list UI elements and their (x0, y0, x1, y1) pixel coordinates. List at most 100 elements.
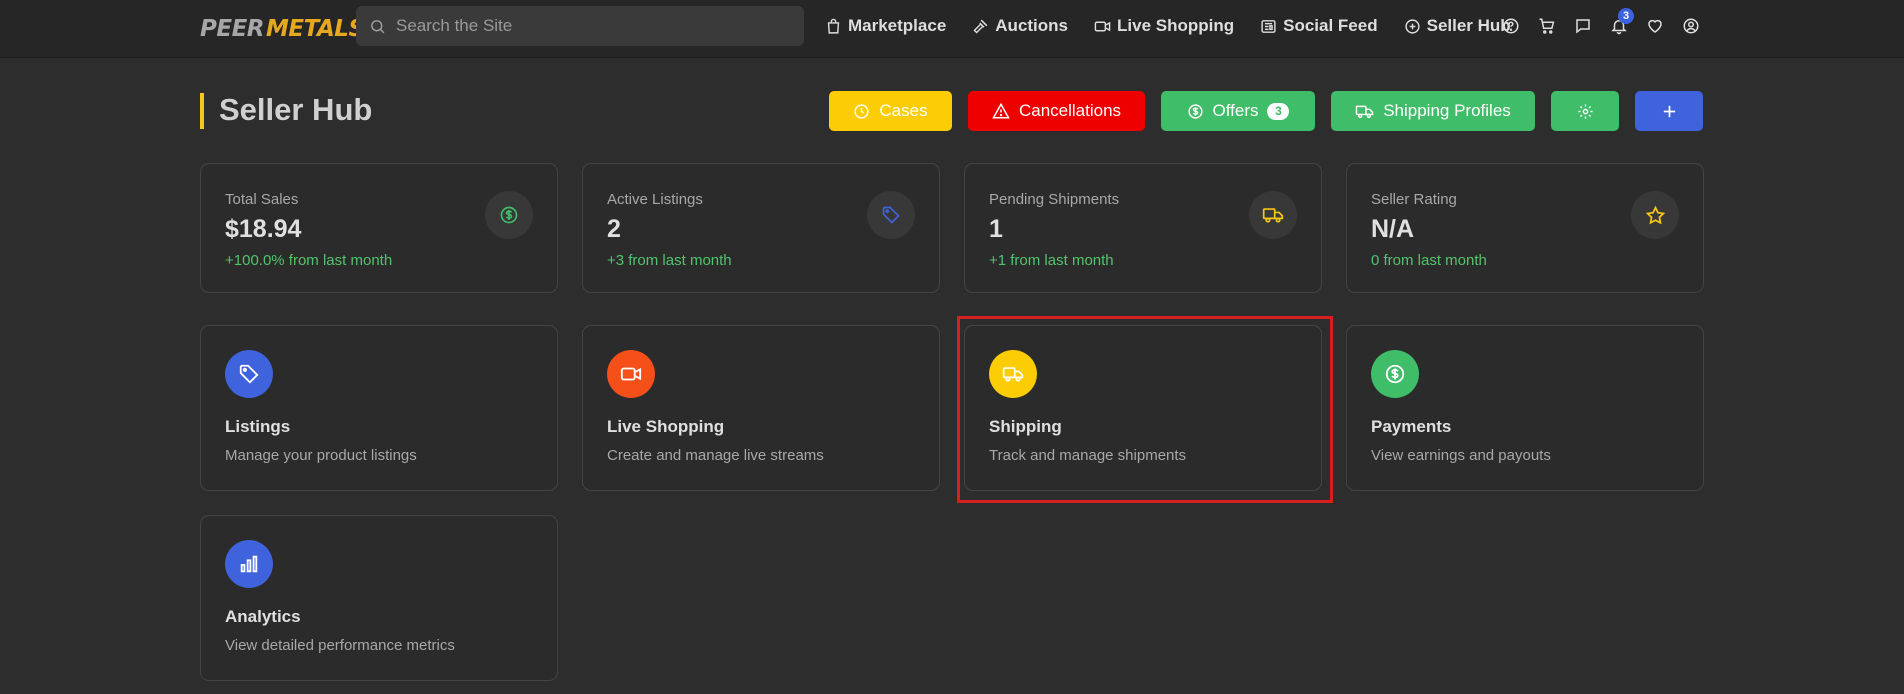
nav-seller-hub[interactable]: Seller Hub (1404, 16, 1511, 36)
nav-live-shopping-label: Live Shopping (1117, 16, 1235, 35)
stat-change: +3 from last month (607, 252, 732, 269)
card-icon-wrap (1371, 350, 1419, 398)
stat-label: Active Listings (607, 191, 703, 208)
messages-button[interactable] (1574, 17, 1592, 35)
card-title: Analytics (225, 607, 301, 626)
card-payments[interactable]: Payments View earnings and payouts (1346, 325, 1704, 491)
stat-value: N/A (1371, 215, 1415, 243)
message-icon (1576, 19, 1590, 34)
help-button[interactable] (1502, 17, 1520, 35)
settings-button[interactable] (1551, 91, 1619, 131)
card-description: Manage your product listings (225, 447, 417, 464)
stat-card-seller-rating: Seller Rating N/A 0 from last month (1346, 163, 1704, 293)
nav-seller-hub-label: Seller Hub (1426, 16, 1511, 35)
card-live-shopping[interactable]: Live Shopping Create and manage live str… (582, 325, 940, 491)
nav-auctions[interactable]: Auctions (972, 16, 1068, 36)
video-icon (620, 367, 642, 381)
stat-label: Pending Shipments (989, 191, 1120, 208)
truck-icon (1355, 105, 1374, 118)
truck-icon (1262, 208, 1284, 223)
nav-live-shopping[interactable]: Live Shopping (1094, 16, 1234, 36)
stat-icon-wrap (1631, 191, 1679, 239)
dollar-circle-icon (500, 206, 518, 224)
video-icon (1094, 21, 1111, 31)
stat-change: +1 from last month (989, 252, 1114, 269)
offers-label: Offers (1212, 101, 1259, 120)
cases-button[interactable]: Cases (829, 91, 952, 131)
nav-icon-group: 3 (1502, 8, 1700, 40)
nav-auctions-label: Auctions (995, 16, 1069, 35)
notifications-button[interactable]: 3 (1610, 8, 1634, 35)
heart-icon (1648, 19, 1662, 33)
gear-icon (1577, 103, 1593, 119)
card-icon-wrap (225, 350, 273, 398)
card-description: View earnings and payouts (1371, 447, 1551, 464)
stat-icon-wrap (1249, 191, 1297, 239)
shopping-bag-icon (827, 18, 840, 34)
nav-social-feed[interactable]: Social Feed (1260, 16, 1378, 36)
card-title: Live Shopping (607, 417, 725, 436)
logo-text-metals: METALS (266, 16, 365, 42)
cancellations-button[interactable]: Cancellations (968, 91, 1145, 131)
dollar-circle-icon (1385, 364, 1405, 384)
nav-social-feed-label: Social Feed (1283, 16, 1378, 35)
stat-value: 2 (607, 215, 621, 243)
main-nav: Marketplace Auctions Live Shopping Socia… (825, 12, 1537, 40)
dollar-circle-icon (1187, 103, 1203, 119)
search-bar[interactable] (356, 6, 804, 46)
cart-button[interactable] (1538, 17, 1556, 35)
card-description: View detailed performance metrics (225, 637, 455, 654)
plus-icon (1663, 105, 1675, 117)
bar-chart-icon (240, 555, 258, 573)
gavel-icon (973, 19, 988, 34)
plus-circle-icon (1405, 18, 1420, 34)
card-shipping[interactable]: Shipping Track and manage shipments (964, 325, 1322, 491)
card-listings[interactable]: Listings Manage your product listings (200, 325, 558, 491)
stat-value: 1 (989, 215, 1003, 243)
notifications-badge: 3 (1618, 8, 1634, 24)
tag-icon (239, 364, 259, 384)
card-icon-wrap (225, 540, 273, 588)
card-title: Payments (1371, 417, 1452, 436)
cancellations-label: Cancellations (1018, 101, 1122, 120)
truck-icon (1002, 367, 1024, 382)
stat-card-pending-shipments: Pending Shipments 1 +1 from last month (964, 163, 1322, 293)
top-navigation-bar: PEERMETALS Marketplace Auctions Live Sho… (0, 0, 1904, 58)
card-description: Create and manage live streams (607, 447, 824, 464)
newspaper-icon (1261, 19, 1276, 33)
page-title: Seller Hub (219, 92, 373, 127)
offers-button[interactable]: Offers 3 (1161, 91, 1315, 131)
stat-icon-wrap (485, 191, 533, 239)
stat-label: Total Sales (225, 191, 299, 208)
stat-icon-wrap (867, 191, 915, 239)
card-description: Track and manage shipments (989, 447, 1187, 464)
card-title: Listings (225, 417, 291, 436)
nav-marketplace[interactable]: Marketplace (825, 16, 946, 36)
stat-card-total-sales: Total Sales $18.94 +100.0% from last mon… (200, 163, 558, 293)
cases-label: Cases (879, 101, 928, 120)
card-icon-wrap (607, 350, 655, 398)
tag-icon (882, 206, 900, 224)
clock-icon (854, 103, 869, 119)
favorites-button[interactable] (1646, 17, 1664, 35)
stat-change: 0 from last month (1371, 252, 1487, 269)
search-input[interactable] (396, 16, 776, 36)
user-circle-icon (1683, 18, 1699, 34)
account-button[interactable] (1682, 17, 1700, 35)
search-icon (371, 19, 385, 33)
cart-icon (1539, 18, 1555, 34)
warning-icon (992, 102, 1010, 119)
add-new-button[interactable] (1635, 91, 1703, 131)
stat-value: $18.94 (225, 215, 302, 243)
shipping-profiles-label: Shipping Profiles (1383, 101, 1511, 120)
offers-count-badge: 3 (1267, 102, 1290, 120)
stat-label: Seller Rating (1371, 191, 1457, 208)
shipping-profiles-button[interactable]: Shipping Profiles (1331, 91, 1535, 131)
stat-change: +100.0% from last month (225, 252, 393, 269)
header-actions: Cases Cancellations Offers 3 Shipping Pr… (829, 91, 1703, 131)
title-accent-bar (200, 93, 204, 129)
card-analytics[interactable]: Analytics View detailed performance metr… (200, 515, 558, 681)
logo-text-peer: PEER (200, 16, 265, 42)
stat-card-active-listings: Active Listings 2 +3 from last month (582, 163, 940, 293)
help-icon (1503, 18, 1519, 34)
